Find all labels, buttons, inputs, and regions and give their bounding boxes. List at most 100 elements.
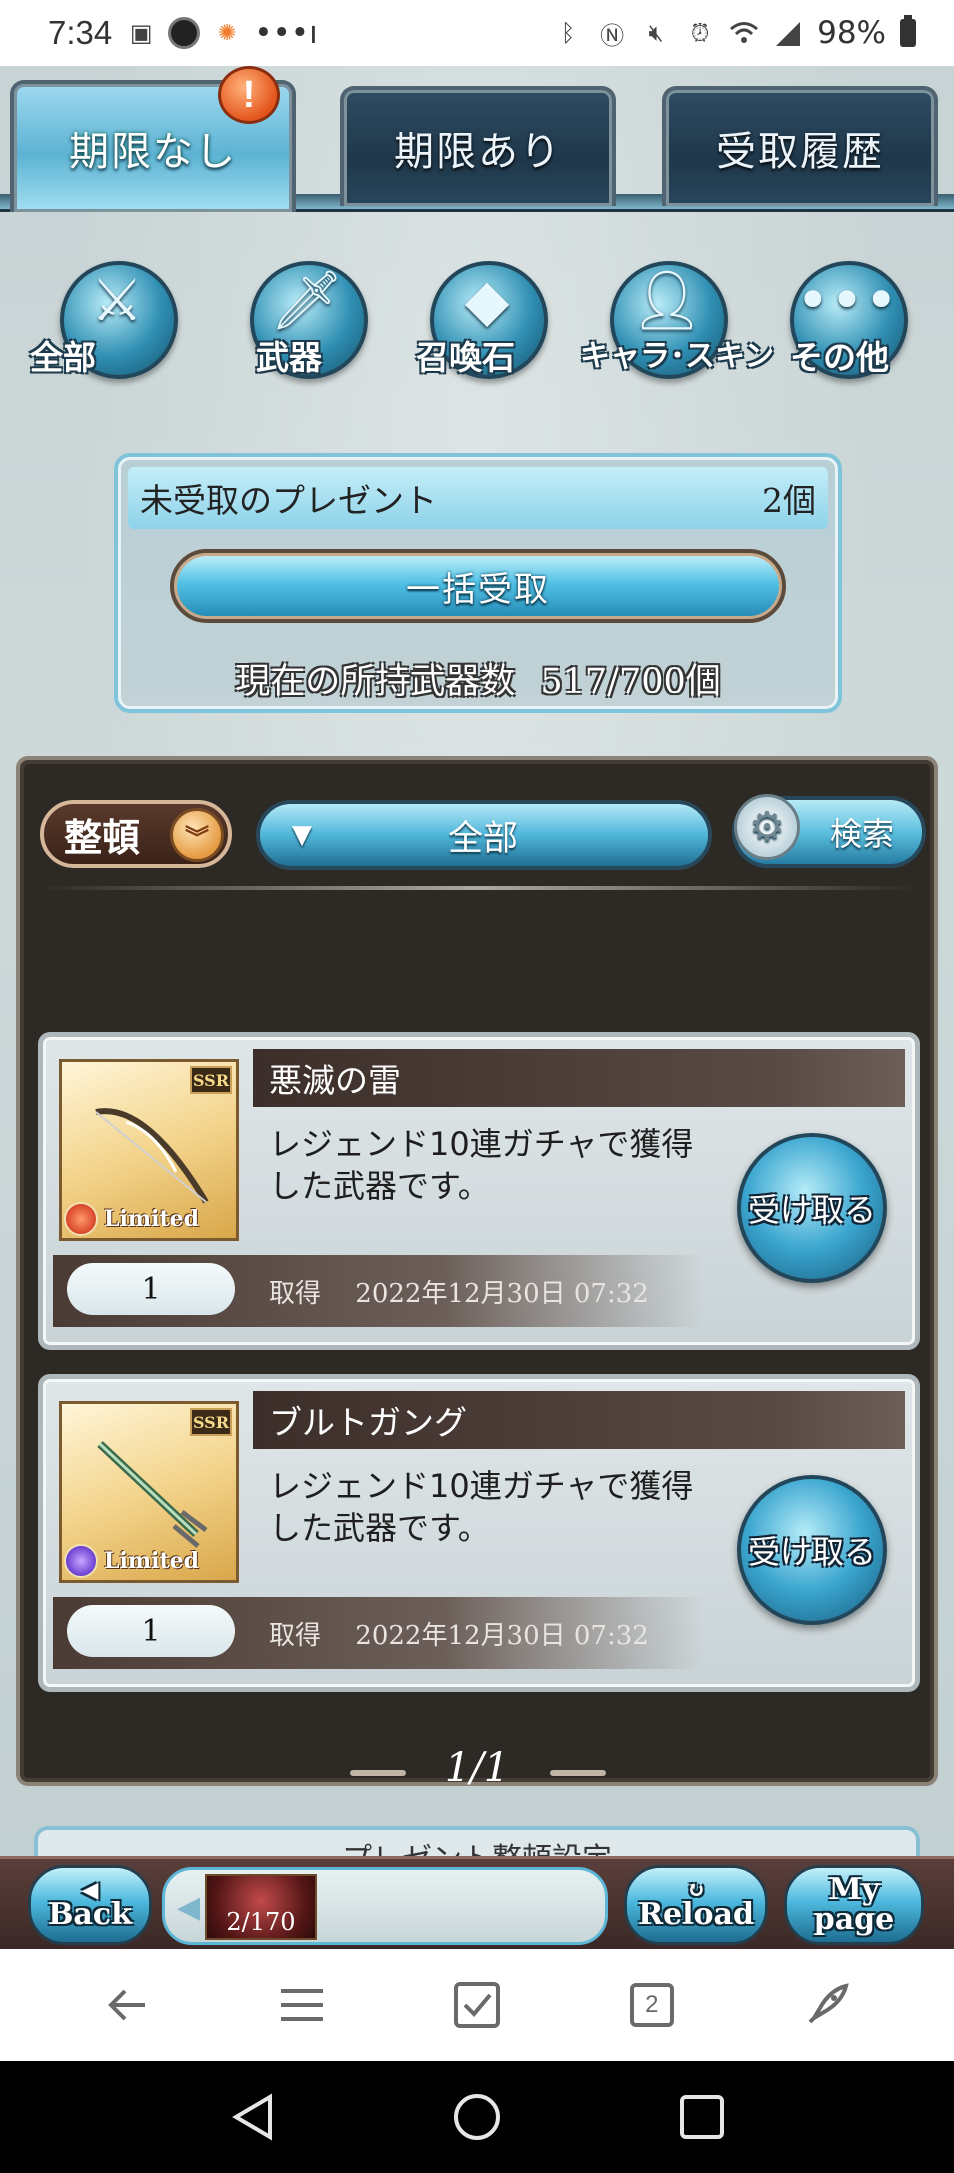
rarity-badge: SSR bbox=[190, 1066, 232, 1094]
checkbox-icon[interactable] bbox=[447, 1975, 507, 2035]
rarity-badge: SSR bbox=[190, 1408, 232, 1436]
nfc-icon: Ⓝ bbox=[600, 21, 625, 50]
sort-label: 整頓 bbox=[64, 815, 141, 860]
browser-toolbar: 2 bbox=[0, 1949, 954, 2061]
stamina-area[interactable]: ◀ 2/170 bbox=[162, 1867, 608, 1945]
weapon-count-label: 現在の所持武器数 bbox=[235, 662, 516, 702]
weapon-thumbnail[interactable]: SSR Limited bbox=[59, 1401, 239, 1583]
present-header: 未受取のプレゼント 2個 bbox=[128, 467, 828, 529]
bulk-receive-button[interactable]: 一括受取 bbox=[170, 549, 786, 623]
back-arrow-icon[interactable] bbox=[97, 1975, 157, 2035]
tabs-icon[interactable]: 2 bbox=[622, 1975, 682, 2035]
status-left-icons: ▣ ✺ •••ı bbox=[126, 15, 318, 51]
category-summons[interactable]: ◆ 召喚石 bbox=[400, 251, 548, 381]
category-characters[interactable]: 👤︎ キャラ･スキン bbox=[580, 251, 774, 381]
page-label: page bbox=[813, 1902, 895, 1937]
tab-label: 期限あり bbox=[394, 129, 562, 175]
tab-label: 期限なし bbox=[69, 129, 237, 175]
more-notifications-icon: •••ı bbox=[254, 15, 318, 51]
pager-next-icon[interactable] bbox=[550, 1770, 606, 1776]
weapon-count-value: 517/700個 bbox=[540, 662, 721, 702]
status-time: 7:34 bbox=[48, 14, 113, 51]
acquired-date: 2022年12月30日 07:32 bbox=[355, 1621, 649, 1651]
battery-icon bbox=[900, 15, 916, 47]
dropdown-triangle-icon: ▼ bbox=[292, 820, 312, 850]
filter-select[interactable]: ▼ 全部 bbox=[256, 800, 712, 870]
weapon-count: 現在の所持武器数 517/700個 bbox=[118, 653, 838, 704]
item-quantity: 1 bbox=[67, 1263, 235, 1315]
receive-button[interactable]: 受け取る bbox=[737, 1133, 887, 1283]
present-header-label: 未受取のプレゼント bbox=[140, 481, 437, 520]
wifi-icon bbox=[729, 18, 759, 48]
menu-icon[interactable] bbox=[272, 1975, 332, 2035]
alert-badge-icon: ! bbox=[218, 66, 280, 124]
item-quantity: 1 bbox=[67, 1605, 235, 1657]
tab-count: 2 bbox=[629, 1983, 674, 2027]
category-filter-row: ⚔ 全部 🗡︎ 武器 ◆ 召喚石 👤︎ キャラ･スキン ••• その他 bbox=[30, 251, 930, 381]
gear-icon: ⚙ bbox=[734, 794, 800, 860]
nav-back-icon[interactable] bbox=[222, 2087, 282, 2147]
back-button[interactable]: ◀ Back bbox=[28, 1865, 152, 1945]
reload-label: Reload bbox=[638, 1897, 754, 1932]
reload-button[interactable]: ↻ Reload bbox=[624, 1865, 768, 1945]
category-all[interactable]: ⚔ 全部 bbox=[30, 251, 178, 381]
chevron-double-down-icon: ︾ bbox=[170, 808, 224, 862]
screen-cast-icon: ▣ bbox=[129, 19, 153, 47]
pager: 1/1 bbox=[444, 1745, 510, 1791]
tab-history[interactable]: 受取履歴 bbox=[662, 86, 938, 206]
item-name: ブルトガング bbox=[253, 1391, 905, 1449]
divider bbox=[38, 886, 918, 890]
bluetooth-icon: ᛒ bbox=[560, 19, 576, 47]
limited-tag: Limited bbox=[104, 1206, 200, 1232]
android-nav-bar bbox=[0, 2061, 954, 2173]
tab-with-expiry[interactable]: 期限あり bbox=[340, 86, 616, 206]
nav-recents-icon[interactable] bbox=[672, 2087, 732, 2147]
signal-icon bbox=[773, 18, 803, 48]
game-nav-bar: ◀ Back ◀ 2/170 ↻ Reload My page bbox=[0, 1856, 954, 1949]
battery-percent: 98% bbox=[817, 15, 886, 51]
item-description: レジェンド10連ガチャで獲得した武器です。 bbox=[269, 1125, 694, 1205]
bow-icon bbox=[95, 1108, 209, 1204]
acquired-label: 取得 bbox=[269, 1621, 322, 1651]
my-page-button[interactable]: My page bbox=[784, 1865, 924, 1945]
item-name: 悪滅の雷 bbox=[253, 1049, 905, 1107]
sun-notification-icon: ✺ bbox=[218, 20, 237, 46]
receive-label: 受け取る bbox=[747, 1533, 876, 1571]
tab-bar: 期限なし 期限あり 受取履歴 ! bbox=[0, 66, 954, 216]
acquired-info: 取得 2022年12月30日 07:32 bbox=[269, 1615, 649, 1652]
back-label: Back bbox=[48, 1897, 132, 1932]
item-description: レジェンド10連ガチャで獲得した武器です。 bbox=[269, 1467, 694, 1547]
search-button[interactable]: ⚙ 検索 bbox=[732, 794, 926, 868]
sword-icon bbox=[97, 1441, 208, 1548]
acquired-info: 取得 2022年12月30日 07:32 bbox=[269, 1273, 649, 1310]
unreceived-present-panel: 未受取のプレゼント 2個 一括受取 現在の所持武器数 517/700個 bbox=[114, 453, 842, 713]
present-list-panel: 整頓 ︾ ▼ 全部 ⚙ 検索 SSR Limited 悪滅の雷 レジェンド10連… bbox=[16, 756, 938, 1791]
mute-icon: 🔇︎ bbox=[648, 19, 664, 47]
rocket-icon[interactable] bbox=[797, 1975, 857, 2035]
nav-home-icon[interactable] bbox=[447, 2087, 507, 2147]
status-right-icons: ᛒ Ⓝ 🔇︎ ⏰︎ 98% bbox=[553, 15, 916, 51]
filter-value: 全部 bbox=[448, 818, 519, 859]
category-label: 召喚石 bbox=[416, 338, 515, 377]
present-settings-button[interactable]: プレゼント整頓設定 bbox=[34, 1826, 920, 1859]
my-label: My bbox=[828, 1872, 880, 1907]
category-label: その他 bbox=[790, 338, 889, 377]
category-label: キャラ･スキン bbox=[580, 339, 775, 374]
acquired-date: 2022年12月30日 07:32 bbox=[355, 1279, 649, 1309]
stamina-counter: 2/170 bbox=[205, 1874, 317, 1940]
sort-button[interactable]: 整頓 ︾ bbox=[40, 800, 232, 868]
receive-button[interactable]: 受け取る bbox=[737, 1475, 887, 1625]
app-notification-icon bbox=[168, 17, 201, 49]
category-weapons[interactable]: 🗡︎ 武器 bbox=[220, 251, 368, 381]
category-other[interactable]: ••• その他 bbox=[760, 251, 908, 381]
left-triangle-icon: ◀ bbox=[177, 1890, 201, 1925]
status-bar: 7:34 ▣ ✺ •••ı ᛒ Ⓝ 🔇︎ ⏰︎ 98% bbox=[0, 0, 954, 66]
tab-label: 受取履歴 bbox=[716, 129, 884, 175]
search-label: 検索 bbox=[829, 815, 894, 853]
bulk-receive-label: 一括受取 bbox=[406, 569, 550, 610]
game-area: 期限なし 期限あり 受取履歴 ! ⚔ 全部 🗡︎ 武器 ◆ 召喚石 👤︎ キャラ… bbox=[0, 66, 954, 1859]
weapon-thumbnail[interactable]: SSR Limited bbox=[59, 1059, 239, 1241]
present-count: 2個 bbox=[762, 481, 816, 520]
present-item: SSR Limited 悪滅の雷 レジェンド10連ガチャで獲得した武器です。 1… bbox=[38, 1032, 920, 1350]
acquired-label: 取得 bbox=[269, 1279, 322, 1309]
